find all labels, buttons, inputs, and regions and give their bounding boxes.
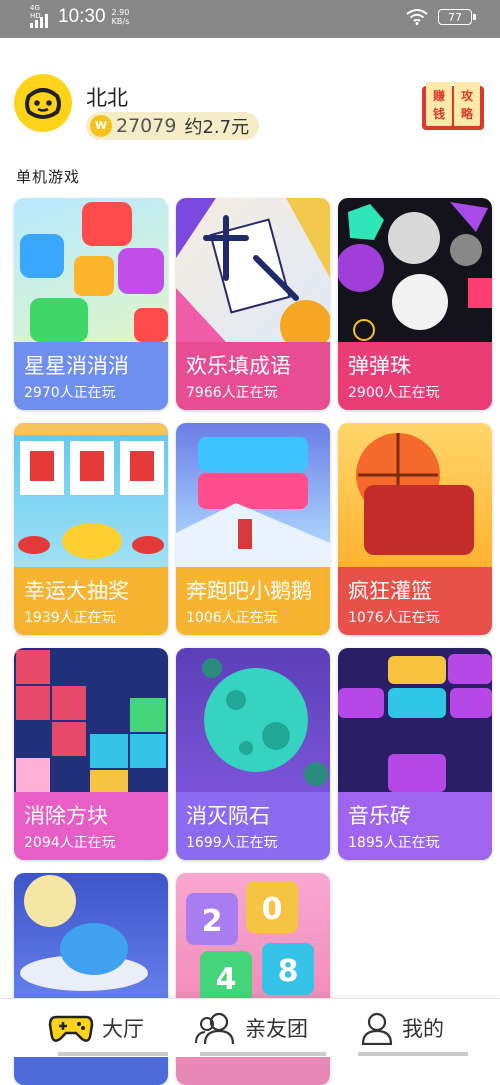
svg-text:2: 2 xyxy=(202,904,223,939)
avatar-face-icon xyxy=(25,88,61,119)
network-speed: 2.90 KB/s xyxy=(111,8,130,26)
game-thumbnail xyxy=(176,648,330,792)
svg-text:略: 略 xyxy=(461,106,474,121)
game-card-crazy-dunk[interactable]: 疯狂灌篮 1076人正在玩 xyxy=(338,423,492,635)
gamepad-icon xyxy=(48,1015,94,1042)
game-title: 幸运大抽奖 xyxy=(24,579,129,603)
game-card-star-match[interactable]: 星星消消消 2970人正在玩 xyxy=(14,198,168,410)
game-thumbnail xyxy=(338,423,492,567)
game-card-block-clear[interactable]: 消除方块 2094人正在玩 xyxy=(14,648,168,860)
game-info: 星星消消消 2970人正在玩 xyxy=(14,342,168,410)
game-title: 消除方块 xyxy=(24,804,108,828)
game-thumbnail xyxy=(14,198,168,342)
game-thumbnail xyxy=(338,648,492,792)
player-count: 1939人正在玩 xyxy=(24,610,116,626)
status-left: 4G HD 10:30 2.90 KB/s xyxy=(30,4,130,28)
game-card-lucky-draw[interactable]: 幸运大抽奖 1939人正在玩 xyxy=(14,423,168,635)
username: 北北 xyxy=(86,86,128,110)
svg-text:攻: 攻 xyxy=(461,88,474,103)
game-info: 欢乐填成语 7966人正在玩 xyxy=(176,342,330,410)
game-card-idiom-fill[interactable]: 欢乐填成语 7966人正在玩 xyxy=(176,198,330,410)
game-title: 音乐砖 xyxy=(348,804,411,828)
player-count: 1699人正在玩 xyxy=(186,835,278,851)
game-info: 疯狂灌篮 1076人正在玩 xyxy=(338,567,492,635)
game-title: 星星消消消 xyxy=(24,354,129,378)
svg-text:4: 4 xyxy=(216,962,237,997)
player-count: 2094人正在玩 xyxy=(24,835,116,851)
game-info: 消除方块 2094人正在玩 xyxy=(14,792,168,860)
game-thumbnail xyxy=(14,873,168,1017)
earning-guide-button[interactable]: 赚 钱 攻 略 xyxy=(420,80,486,134)
tab-lobby[interactable]: 大厅 xyxy=(48,999,144,1057)
friends-icon xyxy=(195,1012,235,1045)
game-thumbnail xyxy=(14,423,168,567)
bottom-tab-bar: 大厅 亲友团 我的 xyxy=(0,998,500,1057)
tab-friends[interactable]: 亲友团 xyxy=(193,999,308,1057)
player-count: 1076人正在玩 xyxy=(348,610,440,626)
tab-label: 大厅 xyxy=(102,1017,144,1041)
tab-indicator xyxy=(358,1052,468,1056)
tab-label: 我的 xyxy=(402,1017,444,1041)
game-card-music-tiles[interactable]: 音乐砖 1895人正在玩 xyxy=(338,648,492,860)
game-thumbnail xyxy=(338,198,492,342)
player-count: 7966人正在玩 xyxy=(186,385,278,401)
svg-text:0: 0 xyxy=(262,892,283,927)
game-info: 弹弹珠 2900人正在玩 xyxy=(338,342,492,410)
section-title: 单机游戏 xyxy=(16,168,81,186)
coin-yuan-value: 约2.7元 xyxy=(184,117,250,138)
game-title: 消灭陨石 xyxy=(186,804,270,828)
coin-count: 27079 xyxy=(116,115,177,137)
svg-text:赚: 赚 xyxy=(432,88,445,103)
player-count: 2970人正在玩 xyxy=(24,385,116,401)
book-icon: 赚 钱 攻 略 xyxy=(422,82,484,130)
tab-indicator xyxy=(58,1052,168,1056)
game-info: 消灭陨石 1699人正在玩 xyxy=(176,792,330,860)
tab-profile[interactable]: 我的 xyxy=(360,999,444,1057)
clock: 10:30 xyxy=(58,6,106,27)
game-thumbnail: 2 0 4 8 xyxy=(176,873,330,1017)
game-card-marbles[interactable]: 弹弹珠 2900人正在玩 xyxy=(338,198,492,410)
battery-icon: 77 xyxy=(438,9,476,25)
game-thumbnail xyxy=(176,198,330,342)
avatar[interactable] xyxy=(14,74,72,132)
coin-icon: W xyxy=(90,115,112,137)
svg-text:钱: 钱 xyxy=(433,106,445,121)
player-count: 1006人正在玩 xyxy=(186,610,278,626)
signal-icon: 4G HD xyxy=(30,4,52,28)
coin-balance[interactable]: W 27079 约2.7元 xyxy=(86,112,260,140)
status-bar: 4G HD 10:30 2.90 KB/s 77 xyxy=(0,0,500,38)
player-count: 1895人正在玩 xyxy=(348,835,440,851)
game-info: 音乐砖 1895人正在玩 xyxy=(338,792,492,860)
game-thumbnail xyxy=(14,648,168,792)
game-title: 欢乐填成语 xyxy=(186,354,291,378)
wifi-icon xyxy=(406,9,428,25)
tab-label: 亲友团 xyxy=(245,1017,308,1041)
svg-text:8: 8 xyxy=(278,954,299,989)
game-title: 奔跑吧小鹅鹅 xyxy=(186,579,312,603)
status-right: 77 xyxy=(406,9,476,25)
player-count: 2900人正在玩 xyxy=(348,385,440,401)
game-title: 疯狂灌篮 xyxy=(348,579,432,603)
tab-indicator xyxy=(200,1052,326,1056)
game-info: 奔跑吧小鹅鹅 1006人正在玩 xyxy=(176,567,330,635)
game-info: 幸运大抽奖 1939人正在玩 xyxy=(14,567,168,635)
game-thumbnail xyxy=(176,423,330,567)
game-card-meteor[interactable]: 消灭陨石 1699人正在玩 xyxy=(176,648,330,860)
game-title: 弹弹珠 xyxy=(348,354,411,378)
person-icon xyxy=(361,1012,393,1045)
game-card-running-goose[interactable]: 奔跑吧小鹅鹅 1006人正在玩 xyxy=(176,423,330,635)
